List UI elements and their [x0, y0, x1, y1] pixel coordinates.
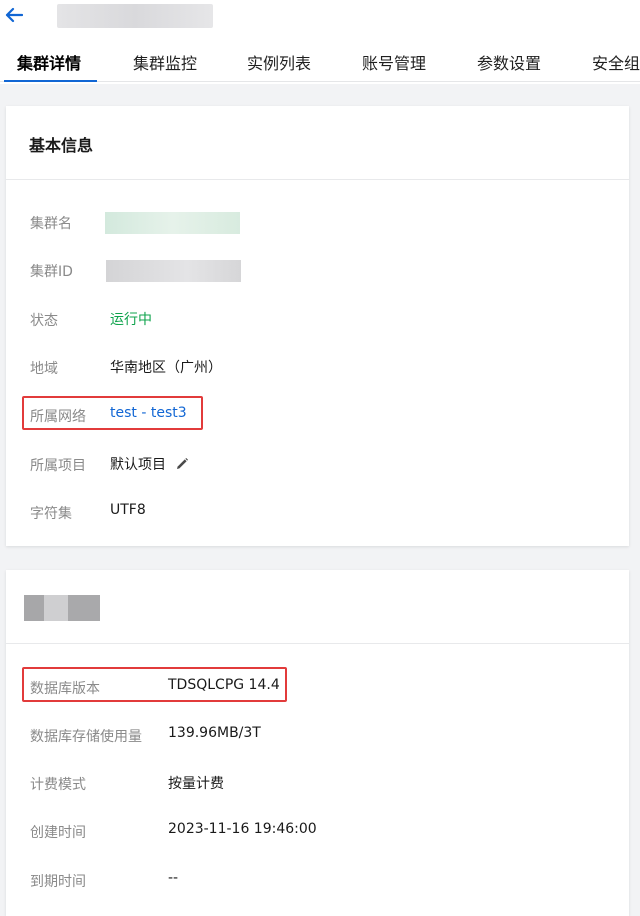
billing-mode-value: 按量计费: [168, 776, 224, 792]
tab-instance-list[interactable]: 实例列表: [247, 52, 311, 76]
tab-security-group[interactable]: 安全组: [592, 52, 640, 76]
info-row-db-version: 数据库版本 TDSQLCPG 14.4: [6, 672, 629, 702]
status-value: 运行中: [110, 312, 152, 328]
tab-bar: 集群详情 集群监控 实例列表 账号管理 参数设置 安全组: [0, 48, 640, 82]
info-label: 到期时间: [30, 874, 86, 890]
info-label: 数据库存储使用量: [30, 729, 142, 745]
basic-info-header: 基本信息: [6, 106, 629, 180]
info-label: 状态: [30, 313, 58, 329]
info-row-cluster-name: 集群名: [6, 207, 629, 237]
info-row-created-time: 创建时间 2023-11-16 19:46:00: [6, 816, 629, 846]
tab-parameter-settings[interactable]: 参数设置: [477, 52, 541, 76]
project-value: 默认项目: [110, 457, 166, 473]
info-row-project: 所属项目 默认项目: [6, 449, 629, 479]
config-info-header: [6, 570, 629, 644]
cluster-title-redacted: [57, 4, 213, 28]
basic-info-title: 基本信息: [29, 136, 94, 155]
tab-cluster-monitoring[interactable]: 集群监控: [133, 52, 197, 76]
info-label: 创建时间: [30, 825, 86, 841]
info-row-charset: 字符集 UTF8: [6, 497, 629, 527]
info-row-storage-usage: 数据库存储使用量 139.96MB/3T: [6, 720, 629, 750]
info-row-cluster-id: 集群ID: [6, 255, 629, 285]
charset-value: UTF8: [110, 502, 146, 518]
arrow-left-icon: [5, 7, 23, 23]
info-label: 字符集: [30, 506, 72, 522]
db-version-value: TDSQLCPG 14.4: [168, 677, 280, 693]
info-label: 数据库版本: [30, 681, 100, 697]
created-time-value: 2023-11-16 19:46:00: [168, 821, 317, 837]
storage-usage-value: 139.96MB/3T: [168, 725, 261, 741]
expire-time-value: --: [168, 870, 179, 886]
info-row-billing-mode: 计费模式 按量计费: [6, 768, 629, 798]
info-label: 计费模式: [30, 777, 86, 793]
network-link[interactable]: test - test3: [110, 405, 187, 421]
info-label: 所属网络: [30, 409, 86, 425]
info-label: 集群ID: [30, 264, 73, 280]
pencil-icon[interactable]: [174, 456, 190, 472]
active-tab-indicator: [4, 80, 97, 82]
info-row-status: 状态 运行中: [6, 304, 629, 334]
info-label: 集群名: [30, 216, 72, 232]
cluster-name-redacted: [105, 212, 240, 234]
basic-info-card: 基本信息 集群名 集群ID 状态 运行中 地域 华南地区（广州） 所属网络 te…: [6, 106, 629, 546]
info-row-region: 地域 华南地区（广州）: [6, 352, 629, 382]
tab-account-management[interactable]: 账号管理: [362, 52, 426, 76]
tab-cluster-details[interactable]: 集群详情: [17, 52, 81, 76]
info-label: 地域: [30, 361, 58, 377]
cluster-id-redacted: [106, 260, 241, 282]
config-title-redacted: [24, 595, 100, 621]
top-bar: 集群详情 集群监控 实例列表 账号管理 参数设置 安全组: [0, 0, 640, 84]
back-button[interactable]: [2, 2, 26, 28]
info-row-network: 所属网络 test - test3: [6, 400, 629, 430]
info-label: 所属项目: [30, 458, 86, 474]
region-value: 华南地区（广州）: [110, 360, 222, 376]
config-info-card: 数据库版本 TDSQLCPG 14.4 数据库存储使用量 139.96MB/3T…: [6, 570, 629, 916]
info-row-expire-time: 到期时间 --: [6, 865, 629, 895]
